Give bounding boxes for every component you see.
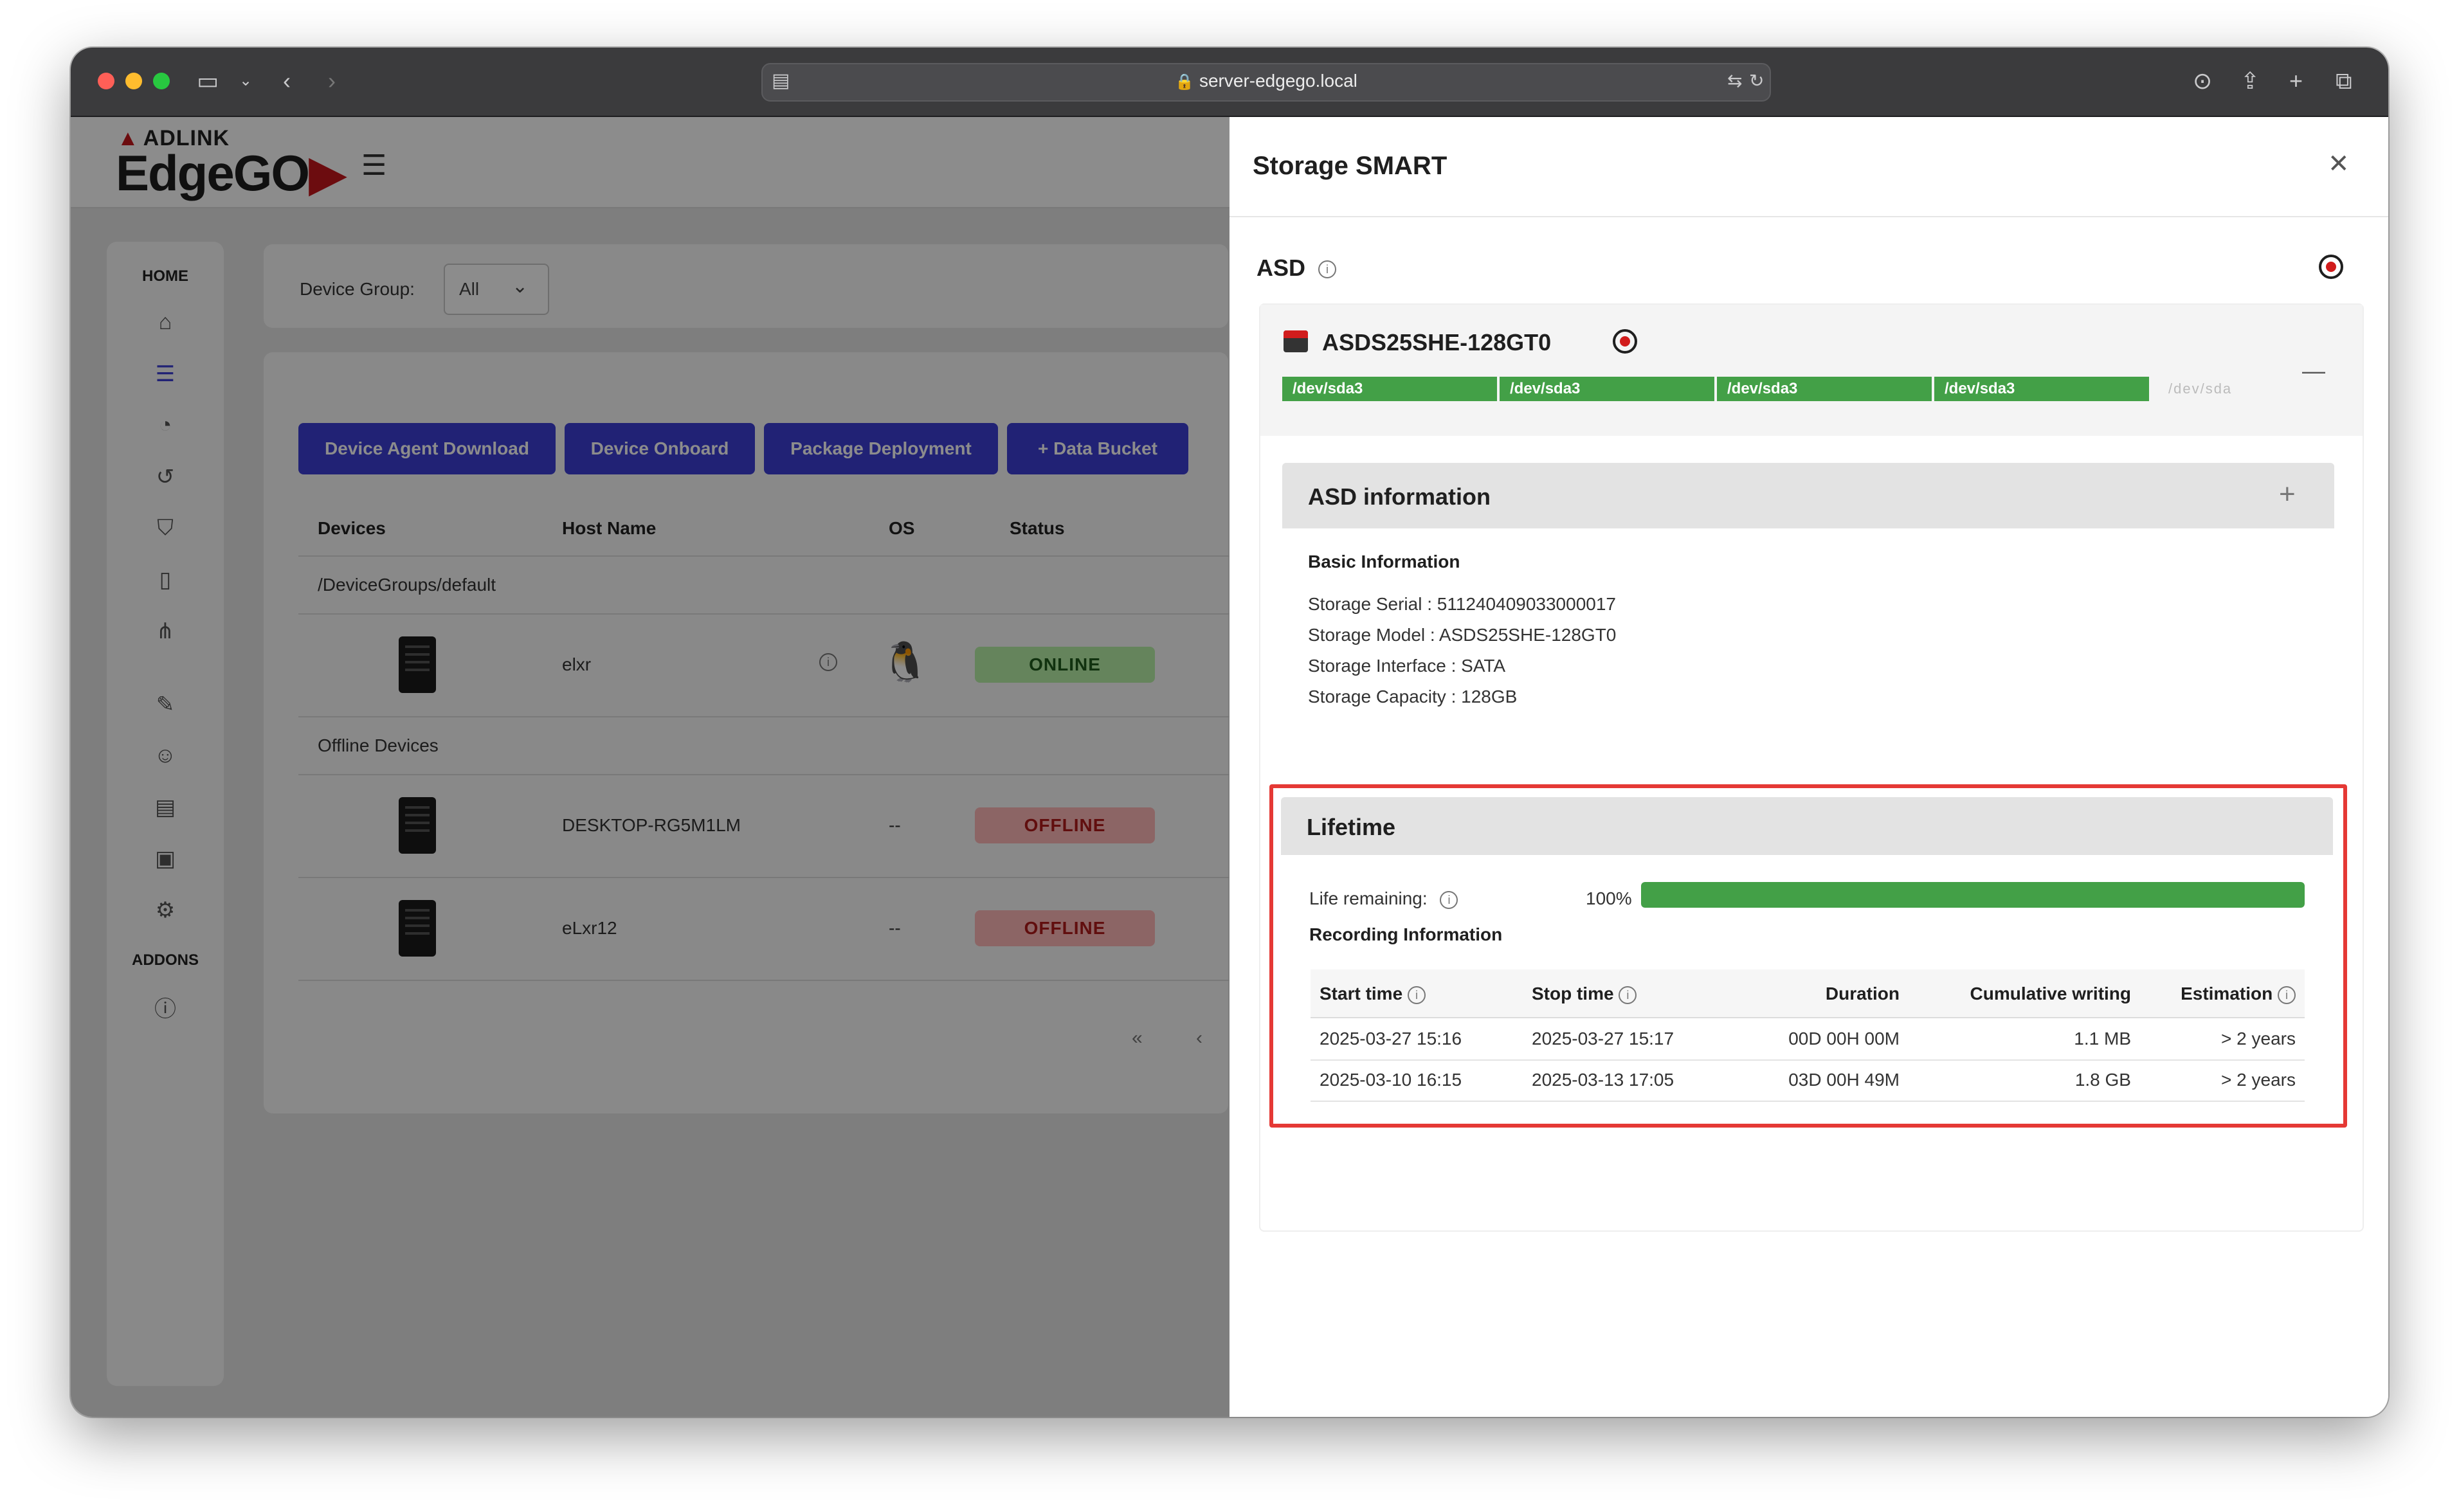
modal-backdrop[interactable]: [71, 117, 1230, 1417]
storage-capacity: Storage Capacity : 128GB: [1308, 687, 1518, 706]
duration: 03D 00H 49M: [1788, 1070, 1900, 1090]
duration: 00D 00H 00M: [1788, 1029, 1900, 1048]
table-row: 2025-03-27 15:16 2025-03-27 15:17 00D 00…: [1311, 1018, 2305, 1061]
browser-window: ▭ ⌄ ‹ › ▤ 🔒 server-edgego.local ⇆ ↻ ⊙ ⇪ +…: [71, 48, 2388, 1417]
lifetime-header[interactable]: Lifetime: [1281, 797, 2333, 855]
start-time: 2025-03-27 15:16: [1320, 1029, 1462, 1048]
info-icon[interactable]: i: [1619, 986, 1637, 1004]
device-card-header: ASDS25SHE-128GT0 — /dev/sda3 /dev/sda3 /…: [1260, 305, 2363, 436]
partition-segment: /dev/sda3: [1717, 377, 1932, 401]
estimation: > 2 years: [2221, 1070, 2296, 1090]
partition-segment: /dev/sda3: [1934, 377, 2149, 401]
new-tab-icon[interactable]: +: [2289, 69, 2303, 93]
device-name: ASDS25SHE-128GT0: [1322, 329, 1552, 356]
download-icon[interactable]: ⊙: [2193, 69, 2212, 93]
partition-segment-faint: /dev/sda: [2168, 381, 2233, 397]
table-row: 2025-03-10 16:15 2025-03-13 17:05 03D 00…: [1311, 1059, 2305, 1102]
close-window-button[interactable]: [98, 73, 114, 89]
partition-segment: /dev/sda3: [1282, 377, 1497, 401]
collapse-icon[interactable]: —: [2302, 357, 2325, 384]
minimize-window-button[interactable]: [125, 73, 142, 89]
expand-icon[interactable]: +: [2279, 478, 2296, 510]
start-time: 2025-03-10 16:15: [1320, 1070, 1462, 1090]
cumulative-writing: 1.1 MB: [2074, 1029, 2131, 1048]
back-icon[interactable]: ‹: [283, 69, 291, 93]
col-duration: Duration: [1825, 984, 1900, 1004]
recording-information-title: Recording Information: [1309, 924, 1503, 944]
info-icon[interactable]: i: [1440, 890, 1458, 909]
recording-table-header: Start time i Stop time i Duration Cumula…: [1311, 969, 2305, 1018]
reload-icon[interactable]: ↻: [1749, 69, 1764, 93]
storage-interface: Storage Interface : SATA: [1308, 656, 1506, 676]
asd-information-title: ASD information: [1308, 483, 1491, 510]
info-icon[interactable]: i: [1407, 986, 1426, 1004]
partition-segment: /dev/sda3: [1500, 377, 1714, 401]
asd-information-panel: ASD information + Basic Information Stor…: [1282, 463, 2334, 728]
life-remaining-value: 100%: [1586, 888, 1632, 908]
col-cumulative-writing: Cumulative writing: [1970, 984, 2131, 1004]
col-start-time: Start time i: [1320, 984, 1426, 1004]
drawer-title: Storage SMART: [1253, 152, 1447, 180]
tab-overview-icon[interactable]: ⧉: [2336, 69, 2352, 93]
life-remaining-label: Life remaining: i: [1309, 888, 1458, 909]
storage-model: Storage Model : ASDS25SHE-128GT0: [1308, 625, 1617, 645]
asd-section-label: ASD i: [1257, 255, 1337, 282]
stop-time: 2025-03-13 17:05: [1532, 1070, 1674, 1090]
col-estimation: Estimation i: [2181, 984, 2296, 1004]
background-page: ▲ ADLINK EdgeGO▶ ☰ HOME ⌂ ☰ ◔ ↺ ⛉ ▯ ⋔ ✎ ☺…: [71, 117, 1230, 1417]
close-icon[interactable]: ✕: [2328, 149, 2350, 179]
asd-information-header[interactable]: ASD information +: [1282, 463, 2334, 528]
app-area: ▲ ADLINK EdgeGO▶ ☰ HOME ⌂ ☰ ◔ ↺ ⛉ ▯ ⋔ ✎ ☺…: [71, 117, 2388, 1417]
basic-information-title: Basic Information: [1308, 552, 1460, 572]
life-remaining-fill: [1641, 882, 2305, 908]
storage-drive-icon: [1284, 330, 1308, 352]
forward-icon[interactable]: ›: [328, 69, 336, 93]
lock-icon: 🔒: [1175, 73, 1194, 91]
info-icon[interactable]: i: [1318, 260, 1337, 279]
asd-select-radio[interactable]: [2319, 255, 2343, 279]
cumulative-writing: 1.8 GB: [2074, 1070, 2131, 1090]
col-stop-time: Stop time i: [1532, 984, 1637, 1004]
share-icon[interactable]: ⇪: [2240, 69, 2260, 93]
sidebar-toggle-icon[interactable]: ▭: [197, 69, 219, 93]
info-icon[interactable]: i: [2278, 986, 2296, 1004]
lifetime-panel: Lifetime: [1281, 797, 2333, 855]
zoom-window-button[interactable]: [153, 73, 170, 89]
translate-icon[interactable]: ⇆: [1727, 69, 1742, 93]
life-remaining-bar: [1641, 882, 2305, 908]
storage-serial: Storage Serial : 511240409033000017: [1308, 594, 1616, 614]
storage-smart-drawer: Storage SMART ✕ ASD i ASDS25SHE-128GT0 —…: [1230, 117, 2388, 1417]
drawer-divider: [1230, 216, 2388, 217]
browser-titlebar: ▭ ⌄ ‹ › ▤ 🔒 server-edgego.local ⇆ ↻ ⊙ ⇪ +…: [71, 48, 2388, 117]
url-text: server-edgego.local: [1199, 71, 1357, 91]
lifetime-title: Lifetime: [1307, 814, 1396, 840]
address-bar[interactable]: ▤ 🔒 server-edgego.local ⇆ ↻: [761, 63, 1771, 102]
stop-time: 2025-03-27 15:17: [1532, 1029, 1674, 1048]
chevron-down-icon[interactable]: ⌄: [239, 69, 252, 93]
estimation: > 2 years: [2221, 1029, 2296, 1048]
device-select-radio[interactable]: [1613, 329, 1637, 354]
